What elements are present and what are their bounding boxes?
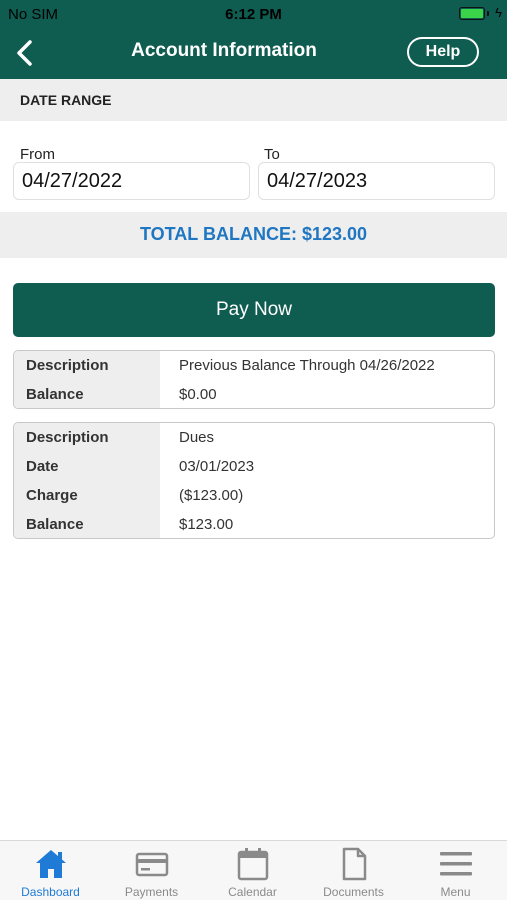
status-time: 6:12 PM [225, 6, 282, 23]
row-value: $0.00 [179, 386, 217, 403]
to-date-field[interactable]: 04/27/2023 [258, 162, 495, 200]
row-label: Balance [26, 516, 84, 533]
charging-icon: ϟ [495, 5, 502, 20]
row-value: ($123.00) [179, 487, 244, 504]
tab-documents[interactable]: Documents [303, 841, 404, 900]
row-label: Date [26, 458, 59, 475]
tab-label: Dashboard [21, 885, 80, 899]
page-title: Account Information [131, 40, 317, 61]
tab-label: Calendar [228, 885, 277, 899]
to-label: To [264, 146, 280, 163]
tab-label: Documents [323, 885, 384, 899]
battery-cap [487, 11, 489, 16]
total-balance-bar: TOTAL BALANCE: $123.00 [0, 212, 507, 258]
row-value: $123.00 [179, 516, 234, 533]
navigation-bar: Account Information Help [0, 28, 507, 79]
home-icon [35, 850, 66, 878]
status-bar: No SIM 6:12 PM ϟ [0, 0, 507, 28]
charge-record-card: Description Dues Date 03/01/2023 Charge … [13, 422, 495, 539]
record-row: Description Previous Balance Through 04/… [14, 351, 494, 380]
document-icon [342, 847, 366, 881]
row-label: Balance [26, 386, 84, 403]
from-label: From [20, 146, 55, 163]
tab-label: Payments [124, 885, 179, 899]
tab-calendar[interactable]: Calendar [202, 841, 303, 900]
record-row: Balance $0.00 [14, 380, 494, 408]
tab-dashboard[interactable]: Dashboard [0, 841, 101, 900]
total-balance-text: TOTAL BALANCE: $123.00 [139, 224, 368, 244]
row-value: Previous Balance Through 04/26/2022 [179, 357, 435, 374]
balance-record-card: Description Previous Balance Through 04/… [13, 350, 495, 409]
row-label: Charge [26, 487, 78, 504]
menu-icon [439, 852, 472, 876]
battery-icon [459, 7, 485, 20]
record-row: Charge ($123.00) [14, 481, 494, 510]
tab-bar: Dashboard Payments Calendar Documents Me… [0, 840, 507, 900]
tab-payments[interactable]: Payments [101, 841, 202, 900]
date-range-header: DATE RANGE [0, 79, 507, 121]
row-value: 03/01/2023 [179, 458, 255, 475]
record-row: Description Dues [14, 423, 494, 452]
record-row: Date 03/01/2023 [14, 452, 494, 481]
row-value: Dues [179, 429, 215, 446]
help-button[interactable]: Help [407, 37, 479, 67]
tab-label: Menu [440, 885, 471, 899]
credit-card-icon [135, 852, 168, 877]
tab-menu[interactable]: Menu [404, 841, 507, 900]
calendar-icon [237, 848, 268, 881]
date-range-title: DATE RANGE [20, 92, 112, 108]
from-date-field[interactable]: 04/27/2022 [13, 162, 250, 200]
pay-now-button[interactable]: Pay Now [13, 283, 495, 337]
row-label: Description [26, 429, 109, 446]
row-label: Description [26, 357, 109, 374]
record-row: Balance $123.00 [14, 510, 494, 538]
